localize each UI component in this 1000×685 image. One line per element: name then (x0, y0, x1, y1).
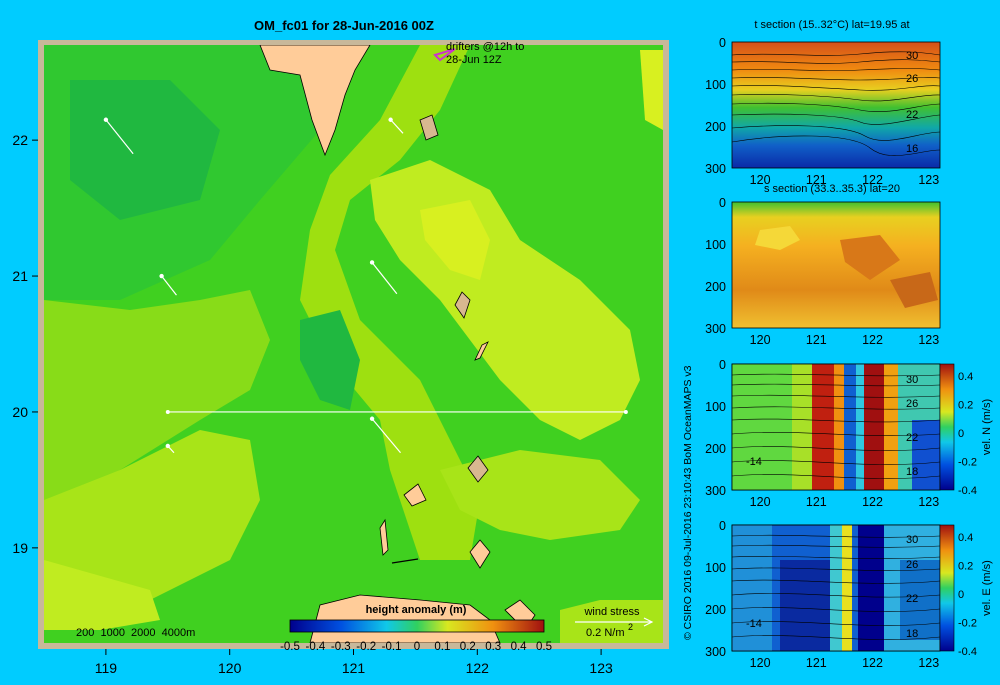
section-x-tick-label: 122 (862, 495, 883, 509)
section-y-tick-label: 0 (719, 358, 726, 372)
contour-label: 26 (906, 73, 918, 85)
y-tick-label: 19 (12, 540, 28, 556)
section-colorbar-label: vel. N (m/s) (981, 399, 993, 455)
section-y-tick-label: 0 (719, 196, 726, 210)
section-x-tick-label: 121 (806, 333, 827, 347)
contour-label: 18 (906, 628, 918, 640)
x-tick-label: 121 (342, 660, 366, 676)
y-tick-label: 22 (12, 132, 28, 148)
colorbar-tick-label: 0.1 (434, 641, 450, 653)
section-y-tick-label: 300 (705, 162, 726, 176)
colorbar-tick-label: 0.5 (536, 641, 552, 653)
section-colorbar-tick: -0.4 (958, 646, 977, 658)
section-colorbar-tick: 0 (958, 428, 964, 440)
section-x-tick-label: 122 (862, 656, 883, 670)
colorbar-tick-label: -0.5 (280, 641, 300, 653)
temperature-section-panel: t section (15..32°C) lat=19.95 at 30 26 22… (731, 19, 941, 169)
section-colorbar-tick: 0.2 (958, 400, 973, 412)
colorbar-tick-label: 0 (414, 641, 420, 653)
section-x-tick-label: 121 (806, 495, 827, 509)
colorbar-tick-label: 0.3 (485, 641, 501, 653)
colorbar-tick-label: -0.4 (305, 641, 325, 653)
map-title: OM_fc01 for 28-Jun-2016 00Z (254, 18, 434, 33)
x-tick-label: 122 (466, 660, 490, 676)
x-tick-label: 123 (589, 660, 613, 676)
drifter-note-1: drifters @12h to (446, 41, 524, 53)
colorbar-tick-label: -0.1 (382, 641, 402, 653)
wind-stress-label: wind stress (583, 606, 640, 618)
height-anomaly-field (44, 45, 663, 643)
section-x-tick-label: 120 (750, 495, 771, 509)
section-y-tick-label: 0 (719, 519, 726, 533)
colorbar-tick-label: -0.3 (331, 641, 351, 653)
colorbar-tick-label: -0.2 (356, 641, 376, 653)
t-section-title: t section (15..32°C) lat=19.95 at (754, 19, 909, 31)
section-x-tick-label: 123 (918, 495, 939, 509)
contour-label: 18 (906, 466, 918, 478)
colorbar-tick-label: 0.2 (460, 641, 476, 653)
section-colorbar-tick: -0.2 (958, 457, 977, 469)
section-y-tick-label: 300 (705, 645, 726, 659)
section-colorbar-tick: -0.4 (958, 485, 977, 497)
section-y-tick-label: 200 (705, 442, 726, 456)
x-tick-label: 120 (218, 660, 242, 676)
section-colorbar-tick: 0.4 (958, 371, 973, 383)
wind-stress-unit: 0.2 N/m (586, 627, 625, 639)
contour-label: -14 (746, 618, 762, 630)
contour-label: -14 (746, 456, 762, 468)
vel-e-section-panel: 30 26 22 18 -14 (731, 524, 955, 652)
figure: OM_fc01 for 28-Jun-2016 00Z drifters @12… (12, 18, 993, 676)
credit-text: © CSIRO 2016 09-Jul-2016 23:10:43 BoM Oc… (682, 365, 694, 640)
contour-label: 30 (906, 50, 918, 62)
section-colorbar-tick: 0.4 (958, 532, 973, 544)
contour-label: 26 (906, 398, 918, 410)
section-colorbar-label: vel. E (m/s) (981, 560, 993, 616)
contour-label: 22 (906, 593, 918, 605)
section-x-tick-label: 123 (918, 656, 939, 670)
section-x-tick-label: 120 (750, 173, 771, 187)
section-y-tick-label: 200 (705, 120, 726, 134)
section-x-tick-label: 121 (806, 173, 827, 187)
drifter-note-2: 28-Jun 12Z (446, 54, 502, 66)
section-y-tick-label: 300 (705, 322, 726, 336)
contour-label: 30 (906, 534, 918, 546)
depth-scale-label: 200 1000 2000 4000m (76, 627, 195, 639)
vel-n-section-panel: 30 26 22 18 -14 (731, 363, 955, 491)
section-x-tick-label: 120 (750, 333, 771, 347)
y-tick-label: 20 (12, 404, 28, 420)
section-colorbar-tick: 0 (958, 589, 964, 601)
section-colorbar-tick: -0.2 (958, 618, 977, 630)
section-y-tick-label: 100 (705, 238, 726, 252)
contour-label: 16 (906, 143, 918, 155)
salinity-section-panel: s section (33.3..35.3) lat=20 (731, 183, 941, 329)
section-y-tick-label: 100 (705, 561, 726, 575)
section-x-tick-label: 123 (918, 333, 939, 347)
section-colorbar-tick: 0.2 (958, 561, 973, 573)
section-x-tick-label: 122 (862, 173, 883, 187)
contour-label: 26 (906, 559, 918, 571)
section-y-tick-label: 0 (719, 36, 726, 50)
section-x-tick-label: 123 (918, 173, 939, 187)
section-y-tick-label: 100 (705, 400, 726, 414)
wind-stress-unit-sup: 2 (628, 622, 633, 632)
x-tick-label: 119 (95, 660, 118, 676)
contour-label: 22 (906, 432, 918, 444)
contour-label: 22 (906, 109, 918, 121)
section-y-tick-label: 200 (705, 603, 726, 617)
colorbar-tick-label: 0.4 (511, 641, 528, 653)
colorbar-title: height anomaly (m) (366, 604, 467, 616)
contour-label: 30 (906, 374, 918, 386)
section-x-tick-label: 120 (750, 656, 771, 670)
section-y-tick-label: 100 (705, 78, 726, 92)
section-x-tick-label: 122 (862, 333, 883, 347)
section-x-tick-label: 121 (806, 656, 827, 670)
section-y-tick-label: 300 (705, 484, 726, 498)
section-y-tick-label: 200 (705, 280, 726, 294)
y-tick-label: 21 (12, 268, 28, 284)
